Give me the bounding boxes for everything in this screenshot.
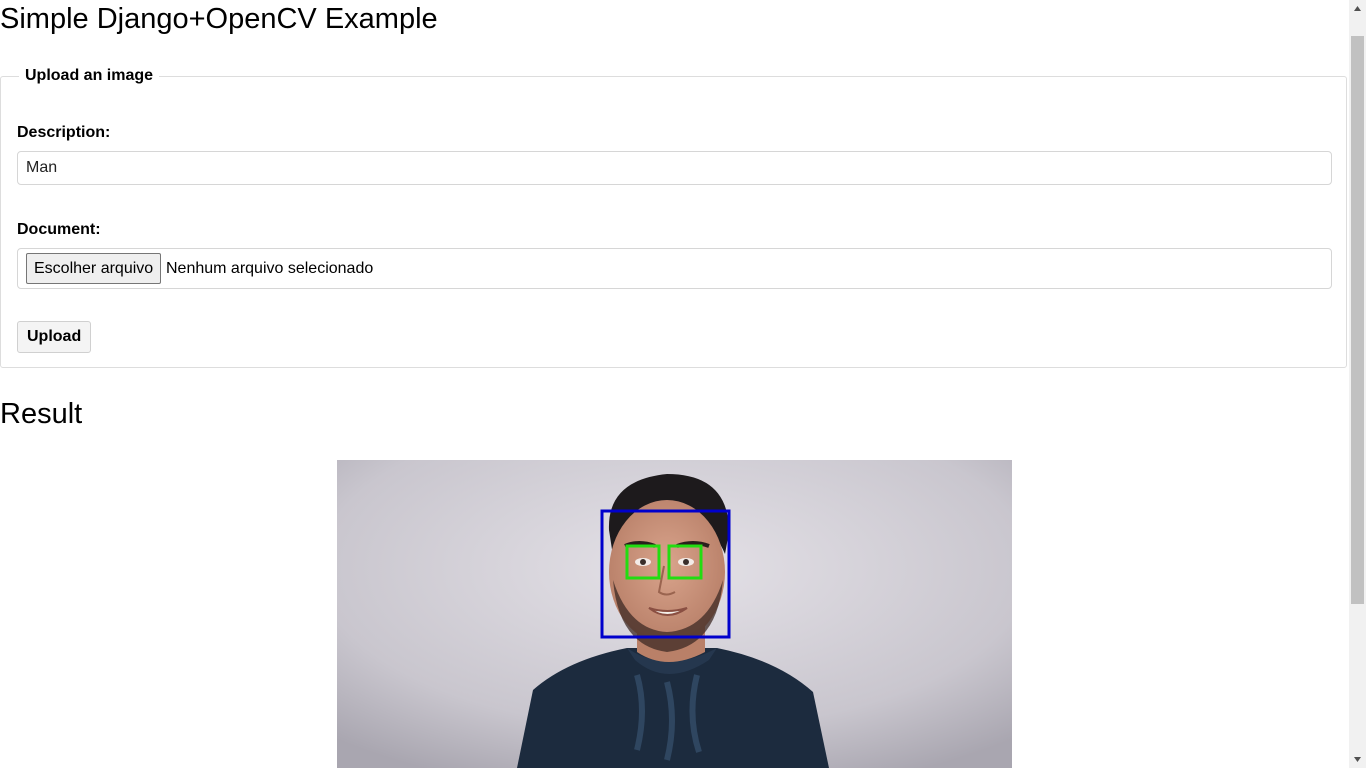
- description-label: Description:: [17, 124, 111, 141]
- scroll-thumb[interactable]: [1351, 36, 1364, 604]
- triangle-down-icon: [1354, 757, 1361, 762]
- upload-fieldset: [0, 76, 1347, 368]
- choose-file-button[interactable]: Escolher arquivo: [26, 253, 162, 284]
- result-heading: Result: [0, 398, 83, 430]
- upload-button[interactable]: Upload: [17, 321, 92, 353]
- document-file-input[interactable]: Escolher arquivo Nenhum arquivo selecion…: [17, 248, 1332, 289]
- document-label: Document:: [17, 221, 101, 238]
- description-input[interactable]: [17, 151, 1332, 185]
- scroll-up-button[interactable]: [1349, 0, 1366, 17]
- triangle-up-icon: [1354, 6, 1361, 11]
- page: Simple Django+OpenCV Example Upload an i…: [0, 0, 1349, 768]
- file-status-text: Nenhum arquivo selecionado: [166, 260, 374, 277]
- vertical-scrollbar[interactable]: [1349, 0, 1366, 768]
- upload-legend: Upload an image: [19, 66, 160, 86]
- scroll-down-button[interactable]: [1349, 751, 1366, 768]
- page-title: Simple Django+OpenCV Example: [0, 3, 438, 35]
- result-image: [337, 460, 1012, 768]
